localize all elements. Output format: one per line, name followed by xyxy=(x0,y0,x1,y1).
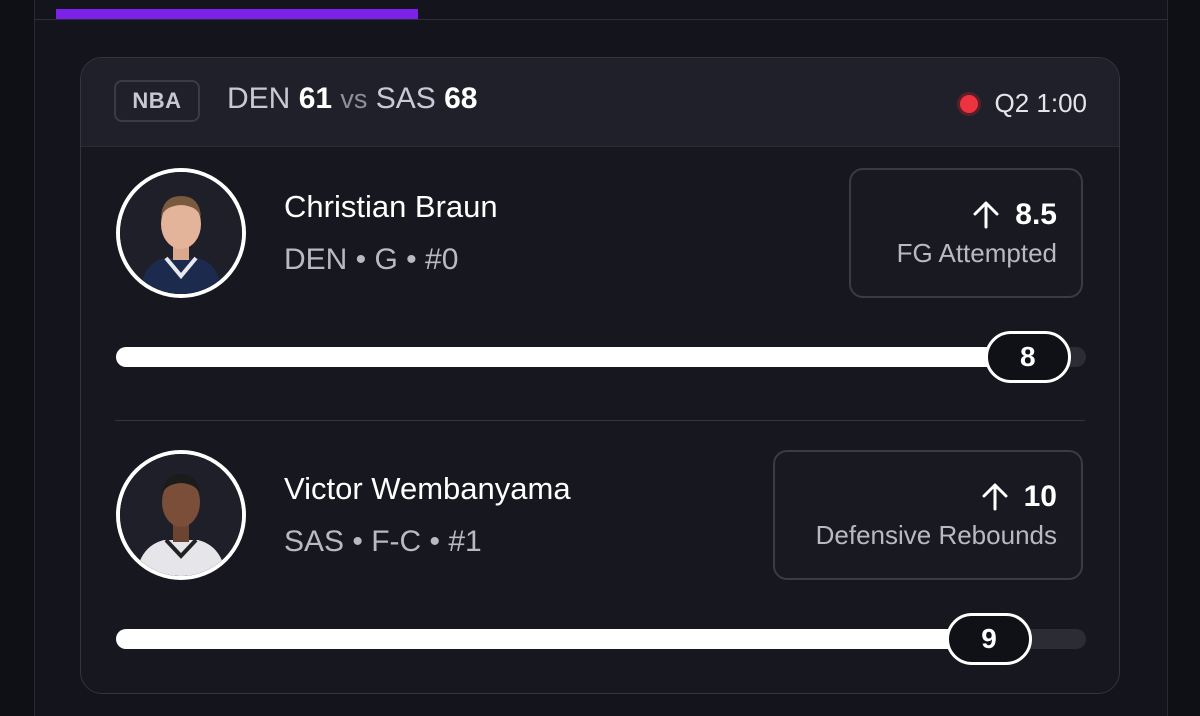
away-team: DEN xyxy=(227,82,291,115)
away-score: 61 xyxy=(298,82,333,115)
tab-divider xyxy=(34,19,1168,20)
prop-line: 10 xyxy=(982,480,1057,514)
progress-track: 9 xyxy=(116,613,1086,665)
arrow-up-icon xyxy=(973,201,999,228)
current-stat-marker: 9 xyxy=(946,613,1032,665)
current-stat-marker: 8 xyxy=(984,331,1071,383)
player-name: Christian Braun xyxy=(284,189,498,224)
scoreline: DEN 61 vs SAS 68 xyxy=(227,82,478,116)
live-status: Q2 1:00 xyxy=(960,88,1087,119)
prop-line-value: 8.5 xyxy=(1015,197,1057,231)
live-indicator-icon xyxy=(960,94,979,113)
home-team: SAS xyxy=(375,82,436,115)
arrow-up-icon xyxy=(982,483,1008,510)
player-headshot-icon xyxy=(120,454,242,576)
screen: NBA DEN 61 vs SAS 68 Q2 1:00 Christian B… xyxy=(0,0,1200,716)
home-score: 68 xyxy=(444,82,478,115)
player-headshot-icon xyxy=(120,172,242,294)
left-rail xyxy=(0,0,35,716)
game-clock: Q2 1:00 xyxy=(994,88,1087,118)
player-name: Victor Wembanyama xyxy=(284,471,571,506)
player-avatar xyxy=(116,450,246,580)
game-card[interactable]: NBA DEN 61 vs SAS 68 Q2 1:00 Christian B… xyxy=(80,57,1120,694)
player-meta: DEN • G • #0 xyxy=(284,243,459,276)
prop-stat-label: Defensive Rebounds xyxy=(815,519,1057,550)
right-rail xyxy=(1167,0,1200,716)
vs-label: vs xyxy=(340,84,368,114)
prop-line-value: 10 xyxy=(1023,479,1057,513)
prop-stat-label: FG Attempted xyxy=(896,237,1057,268)
player-divider xyxy=(115,420,1085,421)
prop-line-card[interactable]: 10 Defensive Rebounds xyxy=(773,450,1083,580)
player-row[interactable]: Victor Wembanyama SAS • F-C • #1 10 Defe… xyxy=(81,428,1119,688)
league-badge: NBA xyxy=(114,80,200,122)
progress-fill xyxy=(116,347,1028,367)
progress-fill xyxy=(116,629,989,649)
progress-track: 8 xyxy=(116,331,1086,383)
prop-line-card[interactable]: 8.5 FG Attempted xyxy=(849,168,1083,298)
prop-line: 8.5 xyxy=(973,198,1057,232)
player-row[interactable]: Christian Braun DEN • G • #0 8.5 FG Atte… xyxy=(81,146,1119,406)
player-meta: SAS • F-C • #1 xyxy=(284,525,482,558)
game-header: NBA DEN 61 vs SAS 68 Q2 1:00 xyxy=(81,58,1119,147)
active-tab-indicator xyxy=(56,9,418,19)
player-avatar xyxy=(116,168,246,298)
